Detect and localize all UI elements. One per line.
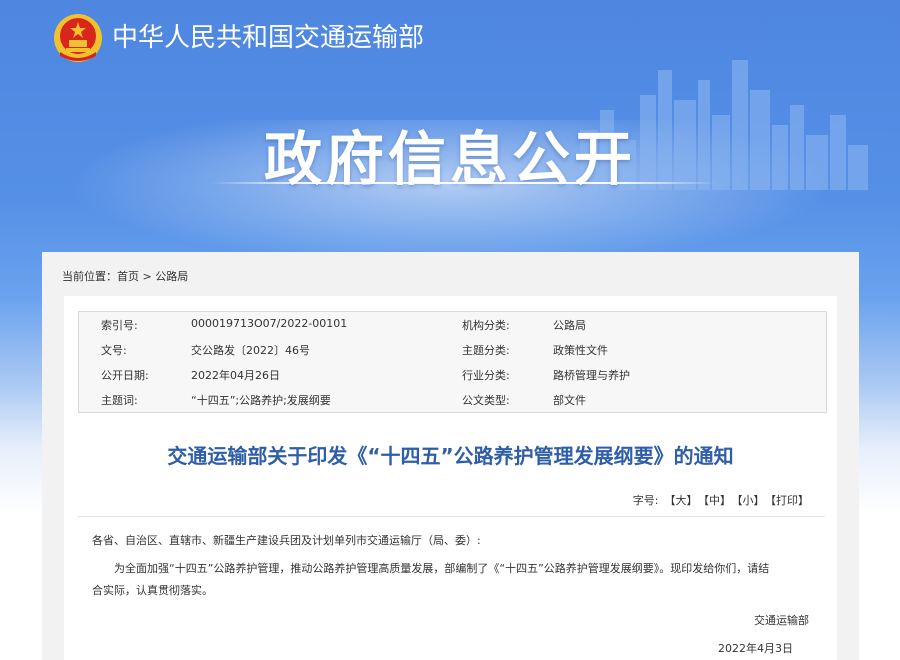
font-large-button[interactable]: 【大】 — [665, 494, 698, 507]
org-label: 机构分类: — [462, 319, 510, 332]
content-panel: 当前位置：首页 > 公路局 索引号: 000019713O07/2022-001… — [42, 252, 859, 660]
font-size-label: 字号: — [632, 494, 659, 507]
font-small-button[interactable]: 【小】 — [737, 494, 765, 507]
publish-date-label: 公开日期: — [101, 369, 149, 382]
doctype-value: 部文件 — [553, 394, 586, 407]
breadcrumb-separator: > — [139, 270, 156, 283]
doc-number-label: 文号: — [101, 344, 127, 357]
breadcrumb-current-link[interactable]: 公路局 — [155, 270, 188, 283]
metadata-table: 索引号: 000019713O07/2022-00101 机构分类: 公路局 文… — [78, 311, 827, 413]
doctype-label: 公文类型: — [462, 394, 510, 407]
body-paragraph-line: 合实际，认真贯彻落实。 — [92, 584, 213, 597]
print-button[interactable]: 【打印】 — [771, 494, 810, 507]
body-paragraph-line: 为全面加强“十四五”公路养护管理，推动公路养护管理高质量发展，部编制了《“十四五… — [114, 562, 770, 575]
keywords-value: “十四五”;公路养护;发展纲要 — [191, 394, 331, 407]
ministry-name[interactable]: 中华人民共和国交通运输部 — [112, 20, 424, 56]
recipients-line: 各省、自治区、直辖市、新疆生产建设兵团及计划单列市交通运输厅（局、委）: — [92, 534, 481, 547]
meta-row: 文号: 交公路发〔2022〕46号 主题分类: 政策性文件 — [79, 337, 826, 362]
signature-org: 交通运输部 — [754, 614, 809, 627]
industry-label: 行业分类: — [462, 369, 510, 382]
meta-row: 索引号: 000019713O07/2022-00101 机构分类: 公路局 — [79, 312, 826, 337]
index-label: 索引号: — [101, 319, 138, 332]
article-title: 交通运输部关于印发《“十四五”公路养护管理发展纲要》的通知 — [167, 444, 734, 468]
breadcrumb-prefix: 当前位置： — [62, 270, 117, 283]
title-divider — [78, 516, 825, 517]
signature-date: 2022年4月3日 — [718, 642, 793, 655]
topic-value: 政策性文件 — [553, 344, 608, 357]
index-value: 000019713O07/2022-00101 — [191, 317, 348, 330]
meta-row: 公开日期: 2022年04月26日 行业分类: 路桥管理与养护 — [79, 362, 826, 387]
meta-row: 主题词: “十四五”;公路养护;发展纲要 公文类型: 部文件 — [79, 387, 826, 412]
org-value: 公路局 — [553, 319, 586, 332]
topic-label: 主题分类: — [462, 344, 510, 357]
breadcrumb-home-link[interactable]: 首页 — [117, 270, 139, 283]
title-underline — [210, 182, 718, 184]
breadcrumb: 当前位置：首页 > 公路局 — [62, 268, 188, 284]
article-container: 索引号: 000019713O07/2022-00101 机构分类: 公路局 文… — [64, 296, 837, 660]
industry-value: 路桥管理与养护 — [553, 369, 630, 382]
publish-date-value: 2022年04月26日 — [191, 369, 280, 382]
font-medium-button[interactable]: 【中】 — [704, 494, 732, 507]
national-emblem-icon — [54, 14, 102, 62]
keywords-label: 主题词: — [101, 394, 138, 407]
doc-number-value: 交公路发〔2022〕46号 — [191, 344, 310, 357]
font-size-toolbar: 字号: 【大】 【中】 【小】 【打印】 — [633, 492, 809, 508]
